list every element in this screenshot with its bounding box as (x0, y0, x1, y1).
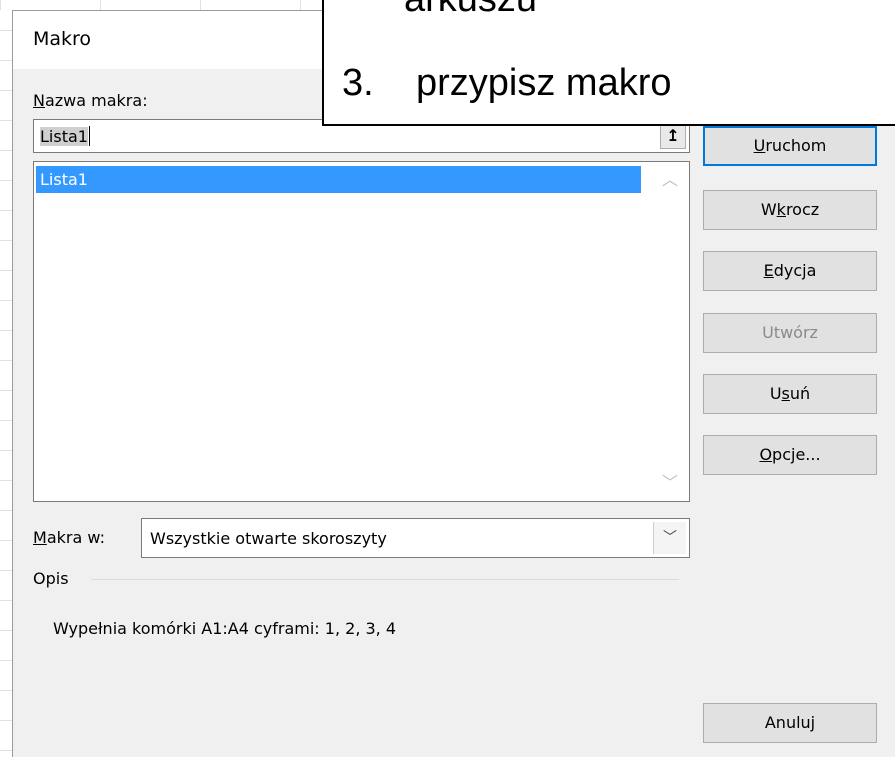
macro-list-item-lista1[interactable]: Lista1 (36, 166, 641, 193)
cancel-button[interactable]: Anuluj (703, 703, 877, 743)
step-into-button[interactable]: Wkrocz (703, 190, 877, 230)
macro-list[interactable]: Lista1 ︿ ﹀ (33, 161, 690, 502)
macro-name-label-text: azwa makra: (44, 91, 148, 110)
scroll-up-chevron-icon[interactable]: ︿ (655, 168, 685, 192)
options-button[interactable]: Opcje... (703, 435, 877, 475)
chevron-down-icon[interactable]: ﹀ (653, 522, 686, 554)
collapse-arrow-icon: ↥ (666, 126, 680, 145)
dialog-title: Makro (33, 28, 92, 50)
instruction-overlay: arkuszu 3. przypisz makro (322, 0, 895, 126)
delete-button[interactable]: Usuń (703, 374, 877, 414)
macros-in-label: Makra w: (33, 528, 105, 547)
overlay-step-text: przypisz makro (416, 62, 672, 104)
run-button[interactable]: Uruchom (703, 126, 877, 166)
text-caret (88, 126, 90, 146)
create-button[interactable]: Utwórz (703, 313, 877, 353)
overlay-previous-line: arkuszu (404, 0, 537, 21)
scroll-down-chevron-icon[interactable]: ﹀ (655, 471, 685, 495)
macro-name-label: Nazwa makra: (33, 91, 148, 110)
macro-name-value: Lista1 (40, 127, 88, 146)
screen: Makro Nazwa makra: Lista1 ↥ Lista1 ︿ ﹀ U… (0, 0, 895, 757)
description-label: Opis (33, 569, 69, 588)
spreadsheet-grid-left (0, 0, 12, 757)
description-text: Wypełnia komórki A1:A4 cyframi: 1, 2, 3,… (53, 619, 397, 638)
edit-button[interactable]: Edycja (703, 251, 877, 291)
macros-in-dropdown[interactable]: Wszystkie otwarte skoroszyty ﹀ (141, 518, 690, 558)
overlay-step-number: 3. (342, 62, 374, 104)
description-divider (91, 579, 679, 580)
collapse-dialog-button[interactable]: ↥ (660, 123, 686, 149)
macro-name-label-accelerator: N (33, 91, 45, 110)
macros-in-value: Wszystkie otwarte skoroszyty (150, 529, 387, 548)
